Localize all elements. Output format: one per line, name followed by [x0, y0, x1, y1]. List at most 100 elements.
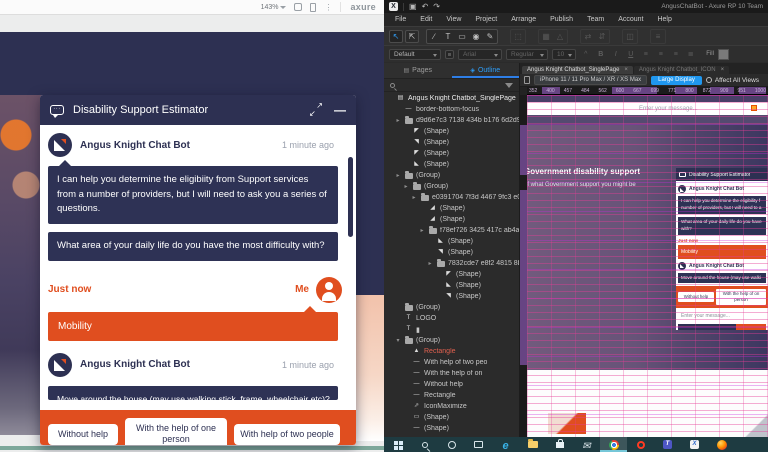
outline-item[interactable]: ◣ (Shape): [384, 236, 519, 247]
taskbar-chrome[interactable]: [600, 437, 627, 452]
scale-icon[interactable]: [294, 3, 302, 11]
text-align-left-icon[interactable]: ≡: [640, 51, 651, 58]
group-icon[interactable]: ◫: [623, 30, 637, 43]
menu-item[interactable]: Account: [611, 16, 650, 23]
expander-icon[interactable]: ▸: [403, 183, 409, 190]
tab-outline[interactable]: ◈ Outline: [452, 63, 520, 78]
font-select[interactable]: Arial: [458, 49, 502, 60]
fill-color-swatch[interactable]: [718, 49, 729, 60]
taskbar-windows-start[interactable]: [384, 437, 411, 452]
vertical-align-icon[interactable]: ≣: [685, 50, 696, 58]
underline-icon[interactable]: U: [625, 51, 636, 58]
outline-item[interactable]: ◣ (Shape): [384, 280, 519, 291]
style-toggle-icon[interactable]: [445, 50, 454, 59]
outline-item[interactable]: ▸ 7832cde7 e8f2 4815 8b87 d4b2a86a5: [384, 258, 519, 269]
device-view-button[interactable]: iPhone 11 / 11 Pro Max / XR / XS Max: [534, 75, 647, 85]
outline-item[interactable]: ▸ d9d6e7c3 7138 434b b176 6d2d957cad5b: [384, 115, 519, 126]
order-icon[interactable]: ≡: [651, 30, 665, 43]
distribute-horizontal-icon[interactable]: ⇄: [581, 30, 595, 43]
outline-item[interactable]: — With the help of on: [384, 368, 519, 379]
outline-item[interactable]: ▸ (Group): [384, 181, 519, 192]
taskbar-axure[interactable]: [681, 437, 708, 452]
superscript-icon[interactable]: ^: [580, 51, 591, 58]
outline-item[interactable]: ▤ Angus Knight Chatbot_SinglePage: [384, 93, 519, 104]
large-display-button[interactable]: Large Display: [651, 76, 702, 85]
outline-item[interactable]: — (Shape): [384, 423, 519, 434]
menu-item[interactable]: View: [439, 16, 468, 23]
expander-icon[interactable]: ▸: [419, 227, 425, 234]
menu-item[interactable]: Publish: [543, 16, 580, 23]
line-tool-icon[interactable]: ∕: [427, 30, 441, 43]
italic-icon[interactable]: I: [610, 51, 621, 58]
align-left-icon[interactable]: ▦: [539, 30, 553, 43]
taskbar-edge[interactable]: [492, 437, 519, 452]
close-tab-icon[interactable]: ×: [624, 67, 628, 73]
quick-reply-button[interactable]: Without help: [48, 424, 118, 445]
outline-item[interactable]: ◥ (Shape): [384, 291, 519, 302]
quick-reply-button[interactable]: With the help of one person: [125, 418, 227, 445]
taskbar-firefox[interactable]: [708, 437, 735, 452]
outline-item[interactable]: ◥ (Shape): [384, 137, 519, 148]
outline-item[interactable]: ◤ (Shape): [384, 126, 519, 137]
bold-icon[interactable]: B: [595, 51, 606, 58]
radio-icon[interactable]: [706, 77, 712, 83]
taskbar-task-view[interactable]: [465, 437, 492, 452]
distribute-vertical-icon[interactable]: ⇵: [595, 30, 609, 43]
taskbar-search[interactable]: [411, 437, 438, 452]
zoom-level-dropdown[interactable]: 143%: [261, 4, 287, 11]
outline-item[interactable]: ▾ (Group): [384, 335, 519, 346]
menu-item[interactable]: Arrange: [504, 16, 543, 23]
outline-item[interactable]: ⇗ IconMaximize: [384, 401, 519, 412]
outline-item[interactable]: T LOGO: [384, 313, 519, 324]
outline-item[interactable]: ◥ (Shape): [384, 247, 519, 258]
expander-icon[interactable]: ▸: [395, 172, 401, 179]
outline-item[interactable]: ◣ (Shape): [384, 159, 519, 170]
undo-icon[interactable]: ↶: [422, 2, 429, 11]
minimize-icon[interactable]: —: [334, 105, 346, 115]
outline-item[interactable]: ▸ (Group): [384, 170, 519, 181]
menu-item[interactable]: Edit: [413, 16, 439, 23]
device-preview-icon[interactable]: [310, 3, 316, 12]
outline-item[interactable]: ◤ (Shape): [384, 269, 519, 280]
save-icon[interactable]: ▣: [409, 2, 417, 11]
expander-icon[interactable]: ▾: [395, 337, 401, 344]
menu-item[interactable]: File: [388, 16, 413, 23]
expand-icon[interactable]: ↗↙: [310, 104, 322, 116]
menu-item[interactable]: Help: [650, 16, 678, 23]
outline-item[interactable]: ◤ (Shape): [384, 148, 519, 159]
more-menu-icon[interactable]: ⋮: [324, 3, 332, 12]
outline-item[interactable]: ▸ f78ef726 3425 417c ab4a d41262ba79b8: [384, 225, 519, 236]
document-tab[interactable]: Angus Knight Chatbot_ICON ×: [634, 66, 729, 74]
chat-scrollbar[interactable]: [348, 157, 353, 237]
expander-icon[interactable]: ▸: [411, 194, 417, 201]
taskbar-mail[interactable]: [573, 437, 600, 452]
outline-item[interactable]: ▭ (Shape): [384, 412, 519, 423]
outline-item[interactable]: ◢ (Shape): [384, 214, 519, 225]
text-align-center-icon[interactable]: ≡: [655, 51, 666, 58]
menu-item[interactable]: Team: [580, 16, 611, 23]
taskbar-cortana[interactable]: [438, 437, 465, 452]
redo-icon[interactable]: ↷: [433, 2, 440, 11]
font-weight-select[interactable]: Regular: [506, 49, 548, 60]
expander-icon[interactable]: ▸: [427, 260, 433, 267]
text-align-right-icon[interactable]: ≡: [670, 51, 681, 58]
tab-pages[interactable]: ▤ Pages: [384, 63, 452, 78]
box-tool-icon[interactable]: ▭: [455, 30, 469, 43]
outline-item[interactable]: ▲ Rectangle: [384, 346, 519, 357]
align-top-icon[interactable]: △: [553, 30, 567, 43]
outline-item[interactable]: T ▮: [384, 324, 519, 335]
menu-item[interactable]: Project: [468, 16, 504, 23]
outline-item[interactable]: (Group): [384, 302, 519, 313]
font-size-select[interactable]: 10: [552, 49, 576, 60]
outline-search-row[interactable]: [384, 79, 519, 92]
filter-icon[interactable]: [505, 83, 513, 88]
expander-icon[interactable]: ▸: [395, 117, 401, 124]
style-select[interactable]: Default: [389, 49, 441, 60]
outline-item[interactable]: ◢ (Shape): [384, 203, 519, 214]
quick-reply-button[interactable]: With help of two people: [234, 424, 340, 445]
canvas-chat-design[interactable]: Disability Support Estimator Angus Knigh…: [676, 168, 768, 330]
design-canvas[interactable]: Enter your message... Government disabil…: [527, 95, 768, 437]
taskbar-file-explorer[interactable]: [519, 437, 546, 452]
taskbar-teams[interactable]: [654, 437, 681, 452]
outline-item[interactable]: — Rectangle: [384, 390, 519, 401]
